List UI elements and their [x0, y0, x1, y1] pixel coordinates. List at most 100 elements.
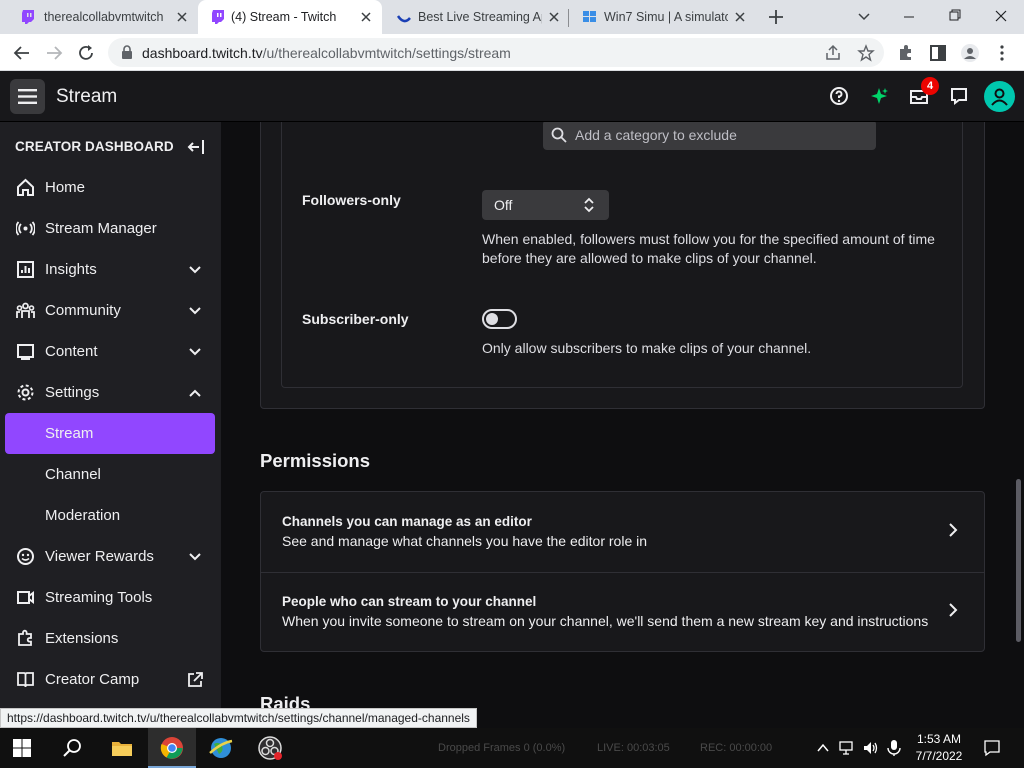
- user-icon: [991, 88, 1008, 106]
- obs-rec-time: REC: 00:00:00: [700, 742, 773, 754]
- updown-chevron-icon: [584, 197, 594, 213]
- help-icon[interactable]: [828, 85, 850, 107]
- clock-date: 7/7/2022: [915, 749, 963, 763]
- sidebar-item-channel[interactable]: Channel: [5, 454, 215, 495]
- close-tab-icon[interactable]: [546, 9, 562, 25]
- file-explorer-icon[interactable]: [110, 736, 134, 760]
- followers-only-select[interactable]: Off: [482, 190, 609, 220]
- subscriber-only-label: Subscriber-only: [302, 311, 409, 327]
- sidebar-item-content[interactable]: Content: [5, 331, 215, 372]
- chevron-right-icon: [949, 603, 958, 617]
- settings-icon: [17, 384, 34, 401]
- close-tab-icon[interactable]: [732, 9, 748, 25]
- browser-tab-3[interactable]: Best Live Streaming Ap: [384, 0, 568, 34]
- creator-camp-icon: [17, 672, 34, 688]
- sidebar-item-creator-camp[interactable]: Creator Camp: [5, 659, 215, 700]
- link-status-url: https://dashboard.twitch.tv/u/therealcol…: [0, 708, 477, 728]
- sidebar-item-viewer-rewards[interactable]: Viewer Rewards: [5, 536, 215, 577]
- reload-icon[interactable]: [76, 43, 96, 63]
- avatar[interactable]: [984, 81, 1015, 112]
- sidebar-item-label: Stream: [45, 425, 94, 442]
- sidebar-item-stream-manager[interactable]: Stream Manager: [5, 208, 215, 249]
- exclude-category-search-input[interactable]: Add a category to exclude: [543, 122, 876, 150]
- external-link-icon: [188, 672, 203, 687]
- chevron-right-icon: [949, 523, 958, 537]
- windows-start-icon[interactable]: [12, 738, 32, 758]
- lock-icon[interactable]: [120, 45, 134, 60]
- profile-icon[interactable]: [960, 43, 980, 63]
- close-window-icon[interactable]: [978, 0, 1024, 34]
- chrome-taskbar-active[interactable]: [148, 728, 196, 768]
- permission-row-stream-together[interactable]: People who can stream to your channel Wh…: [261, 572, 984, 652]
- close-tab-icon[interactable]: [174, 9, 190, 25]
- extensions-icon: [18, 629, 32, 646]
- sidebar-item-stream[interactable]: Stream: [5, 413, 215, 454]
- notification-badge: 4: [921, 77, 939, 95]
- home-icon: [17, 178, 34, 196]
- browser-tab-strip: therealcollabvmtwitch (4) Stream - Twitc…: [0, 0, 1024, 34]
- browser-tab-1[interactable]: therealcollabvmtwitch: [8, 0, 198, 34]
- menu-button[interactable]: [10, 79, 45, 114]
- browser-tab-title: Best Live Streaming Ap: [418, 10, 542, 24]
- minimize-icon[interactable]: [886, 0, 932, 34]
- toggle-knob: [486, 313, 498, 325]
- windows-favicon-icon: [583, 11, 596, 22]
- restore-icon[interactable]: [932, 0, 978, 34]
- notifications-icon[interactable]: [983, 739, 1001, 757]
- volume-icon[interactable]: [862, 739, 880, 757]
- sidebar-item-streaming-tools[interactable]: Streaming Tools: [5, 577, 215, 618]
- whispers-icon[interactable]: [948, 85, 970, 107]
- hamburger-icon: [18, 89, 37, 104]
- settings-main: Add a category to exclude Followers-only…: [221, 122, 1024, 728]
- address-bar[interactable]: dashboard.twitch.tv/u/therealcollabvmtwi…: [108, 38, 884, 67]
- subscriber-only-description: Only allow subscribers to make clips of …: [482, 340, 812, 356]
- sidebar-item-label: Channel: [45, 466, 101, 483]
- viewer-rewards-icon: [17, 548, 34, 565]
- followers-only-value: Off: [494, 197, 513, 213]
- sidebar-item-label: Viewer Rewards: [45, 548, 154, 565]
- taskbar-clock[interactable]: 1:53 AM 7/7/2022: [905, 731, 973, 765]
- browser-tab-2[interactable]: (4) Stream - Twitch: [198, 0, 382, 34]
- sidebar-item-moderation[interactable]: Moderation: [5, 495, 215, 536]
- share-icon[interactable]: [824, 44, 842, 62]
- search-placeholder: Add a category to exclude: [575, 127, 737, 143]
- obs-icon[interactable]: [257, 735, 283, 761]
- chrome-menu-icon[interactable]: [992, 43, 1012, 63]
- prime-crown-icon[interactable]: [868, 85, 890, 107]
- bookmark-star-icon[interactable]: [857, 44, 875, 62]
- globe-app-icon[interactable]: [208, 735, 234, 761]
- clock-time: 1:53 AM: [916, 732, 962, 746]
- twitch-favicon-icon: [212, 10, 224, 24]
- chevron-down-icon: [189, 348, 201, 356]
- subscriber-only-toggle[interactable]: [482, 309, 517, 329]
- permission-row-title: People who can stream to your channel: [282, 594, 537, 609]
- collapse-sidebar-icon[interactable]: [186, 138, 206, 156]
- tab-search-chevron-icon[interactable]: [856, 8, 872, 24]
- browser-toolbar: dashboard.twitch.tv/u/therealcollabvmtwi…: [0, 34, 1024, 71]
- sidebar-item-label: Extensions: [45, 630, 119, 647]
- sidebar-item-label: Home: [45, 179, 86, 196]
- url-path: /u/therealcollabvmtwitch/settings/stream: [262, 45, 511, 61]
- network-icon[interactable]: [838, 739, 856, 757]
- sidebar-item-home[interactable]: Home: [5, 167, 215, 208]
- microphone-icon[interactable]: [886, 739, 902, 757]
- sidebar-item-extensions[interactable]: Extensions: [5, 618, 215, 659]
- sidebar-item-community[interactable]: Community: [5, 290, 215, 331]
- chevron-down-icon: [189, 553, 201, 561]
- close-tab-icon[interactable]: [358, 9, 374, 25]
- permission-row-editor-channels[interactable]: Channels you can manage as an editor See…: [261, 492, 984, 572]
- forward-arrow-icon[interactable]: [44, 43, 64, 63]
- insights-icon: [17, 261, 34, 278]
- browser-tab-4[interactable]: Win7 Simu | A simulato: [570, 0, 756, 34]
- broadcast-icon: [16, 221, 35, 236]
- scrollbar-thumb[interactable]: [1016, 479, 1021, 642]
- new-tab-icon[interactable]: [767, 8, 785, 26]
- extensions-puzzle-icon[interactable]: [896, 43, 916, 63]
- sidebar-item-settings[interactable]: Settings: [5, 372, 215, 413]
- sidebar-item-insights[interactable]: Insights: [5, 249, 215, 290]
- side-panel-icon[interactable]: [928, 43, 948, 63]
- search-icon[interactable]: [61, 736, 85, 760]
- permission-row-description: See and manage what channels you have th…: [282, 533, 648, 549]
- back-arrow-icon[interactable]: [12, 43, 32, 63]
- chevron-up-icon[interactable]: [816, 741, 830, 755]
